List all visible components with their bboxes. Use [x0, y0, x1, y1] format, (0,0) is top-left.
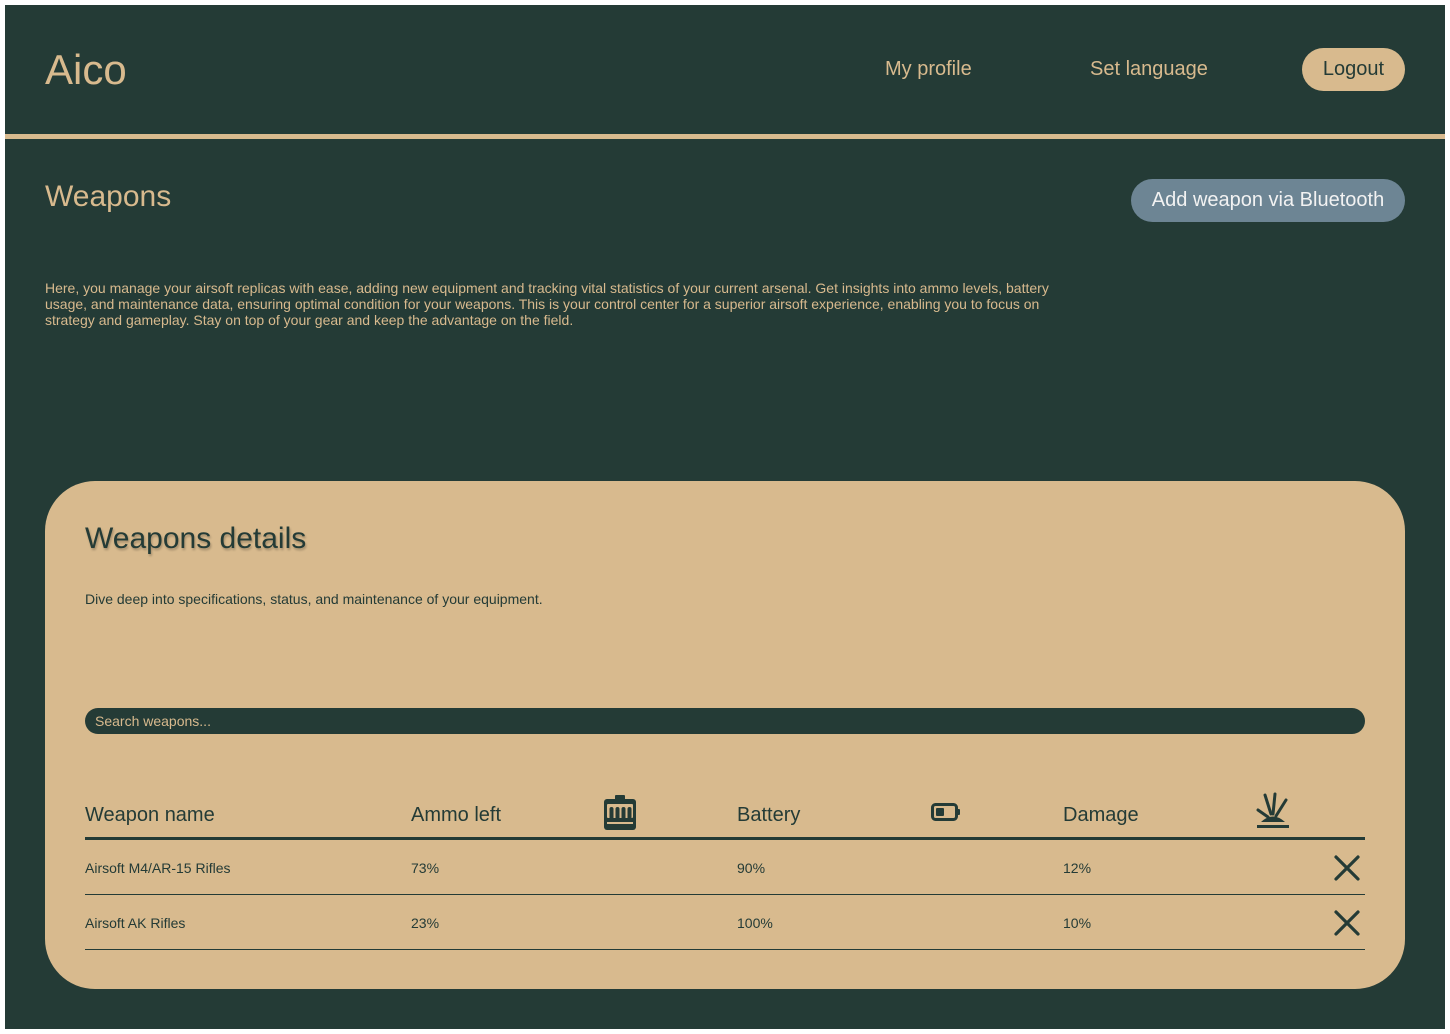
logout-button[interactable]: Logout: [1302, 48, 1405, 91]
card-subtitle: Dive deep into specifications, status, a…: [85, 591, 543, 607]
explosion-icon: [1256, 792, 1289, 828]
battery-value: 100%: [737, 915, 773, 931]
brand-logo[interactable]: Aico: [45, 45, 127, 95]
search-input[interactable]: [85, 708, 1365, 734]
ammo-value: 23%: [411, 915, 440, 931]
table-row: Airsoft AK Rifles 23% 100% 10%: [85, 895, 1365, 950]
column-header-battery: Battery: [737, 804, 801, 826]
card-title: Weapons details: [85, 522, 307, 555]
weapons-table: Weapon name Ammo left Battery Damage Air…: [85, 787, 1365, 950]
page-title: Weapons: [45, 180, 172, 213]
battery-value: 90%: [737, 860, 766, 876]
nav-set-language[interactable]: Set language: [1090, 57, 1208, 81]
add-weapon-bluetooth-button[interactable]: Add weapon via Bluetooth: [1131, 179, 1405, 222]
weapon-name: Airsoft AK Rifles: [85, 915, 186, 931]
damage-value: 12%: [1063, 860, 1092, 876]
close-icon[interactable]: [1333, 854, 1361, 882]
battery-icon: [931, 803, 960, 821]
weapons-details-card: Weapons details Dive deep into specifica…: [45, 481, 1405, 989]
table-row: Airsoft M4/AR-15 Rifles 73% 90% 12%: [85, 840, 1365, 895]
page-description: Here, you manage your airsoft replicas w…: [45, 280, 1049, 328]
close-icon[interactable]: [1333, 909, 1361, 937]
ammo-value: 73%: [411, 860, 440, 876]
column-header-name: Weapon name: [85, 804, 215, 826]
column-header-ammo: Ammo left: [411, 804, 502, 826]
weapon-name: Airsoft M4/AR-15 Rifles: [85, 860, 231, 876]
column-header-damage: Damage: [1063, 804, 1139, 826]
top-navbar: Aico My profile Set language Logout: [5, 5, 1445, 139]
damage-value: 10%: [1063, 915, 1092, 931]
app-frame: Aico My profile Set language Logout Weap…: [5, 5, 1445, 1029]
ammo-box-icon: [604, 795, 636, 830]
table-header: Weapon name Ammo left Battery Damage: [85, 787, 1365, 840]
nav-my-profile[interactable]: My profile: [885, 57, 972, 81]
